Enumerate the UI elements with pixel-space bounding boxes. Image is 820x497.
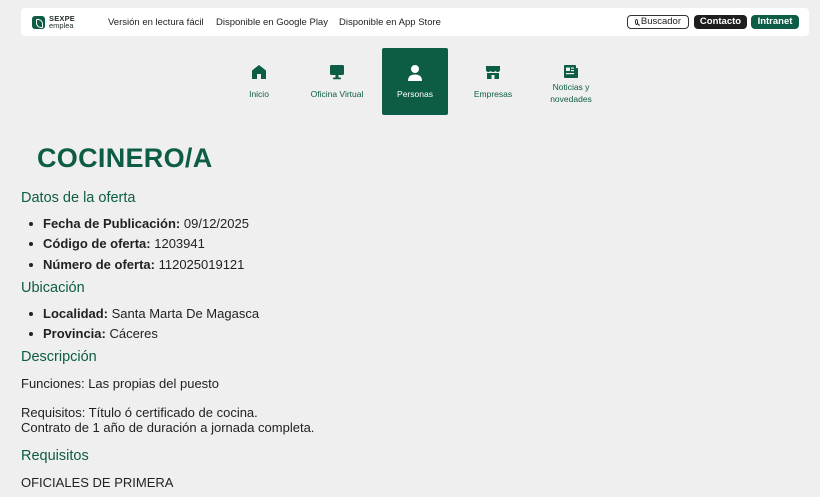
nav-item-noticias[interactable]: Noticias y novedades bbox=[538, 48, 604, 115]
codigo-value: 1203941 bbox=[154, 236, 205, 251]
contact-button-label: Contacto bbox=[699, 16, 742, 27]
nav-label-inicio: Inicio bbox=[249, 89, 269, 99]
easy-read-link[interactable]: Versión en lectura fácil bbox=[108, 17, 204, 28]
numero-value: 112025019121 bbox=[158, 257, 245, 272]
nav-item-empresas[interactable]: Empresas bbox=[460, 48, 526, 115]
provincia-value: Cáceres bbox=[109, 326, 158, 341]
localidad-label: Localidad: bbox=[43, 306, 109, 321]
ubicacion-heading: Ubicación bbox=[21, 280, 85, 296]
sexpe-logo[interactable]: SEXPE emplea bbox=[32, 15, 75, 29]
app-store-link[interactable]: Disponible en App Store bbox=[339, 17, 441, 28]
intranet-button-label: Intranet bbox=[757, 16, 793, 27]
nav-item-personas[interactable]: Personas bbox=[382, 48, 448, 115]
funciones-text: Funciones: Las propias del puesto bbox=[21, 376, 220, 391]
intranet-button[interactable]: Intranet bbox=[751, 15, 799, 29]
requisitos-text-line1: Requisitos: Título ó certificado de coci… bbox=[21, 405, 258, 420]
logo-text: SEXPE emplea bbox=[49, 15, 75, 30]
nav-label-personas: Personas bbox=[397, 89, 433, 99]
search-button-label: Buscador bbox=[640, 16, 681, 27]
nav-label-empresas: Empresas bbox=[473, 89, 513, 99]
nav-label-noticias-line1: Noticias y bbox=[552, 82, 590, 92]
contact-button[interactable]: Contacto bbox=[694, 15, 747, 29]
home-icon bbox=[252, 65, 266, 79]
store-icon bbox=[486, 66, 500, 79]
codigo-label: Código de oferta: bbox=[43, 236, 151, 251]
nav-label-noticias: Noticias y novedades bbox=[538, 81, 604, 105]
descripcion-heading: Descripción bbox=[21, 349, 97, 365]
search-button[interactable]: Buscador bbox=[627, 15, 689, 29]
requisitos-value: OFICIALES DE PRIMERA bbox=[21, 475, 174, 490]
page-title: COCINERO/A bbox=[37, 143, 213, 173]
logo-line2: emplea bbox=[49, 21, 74, 30]
localidad-item: Localidad: Santa Marta De Magasca bbox=[28, 306, 260, 322]
top-bar: SEXPE emplea Versión en lectura fácil Di… bbox=[21, 8, 809, 36]
numero-label: Número de oferta: bbox=[43, 257, 155, 272]
newspaper-icon bbox=[564, 65, 578, 78]
codigo-item: Código de oferta: 1203941 bbox=[29, 236, 205, 252]
provincia-item: Provincia: Cáceres bbox=[29, 326, 158, 342]
fecha-item: Fecha de Publicación: 09/12/2025 bbox=[29, 216, 249, 232]
requisitos-heading: Requisitos bbox=[21, 448, 89, 464]
datos-heading: Datos de la oferta bbox=[21, 190, 136, 206]
logo-mark-icon bbox=[32, 15, 45, 29]
fecha-label: Fecha de Publicación: bbox=[43, 216, 181, 231]
requisitos-text-line2: Contrato de 1 año de duración a jornada … bbox=[21, 420, 315, 435]
nav-label-noticias-line2: novedades bbox=[550, 94, 592, 104]
fecha-value: 09/12/2025 bbox=[183, 216, 249, 231]
nav-item-oficina-virtual[interactable]: Oficina Virtual bbox=[304, 48, 370, 115]
nav-label-oficina-virtual: Oficina Virtual bbox=[310, 89, 364, 99]
provincia-label: Provincia: bbox=[43, 326, 106, 341]
google-play-link[interactable]: Disponible en Google Play bbox=[216, 17, 328, 28]
localidad-value: Santa Marta De Magasca bbox=[111, 306, 260, 321]
person-icon bbox=[408, 65, 422, 81]
numero-item: Número de oferta: 112025019121 bbox=[28, 257, 245, 273]
nav-item-inicio[interactable]: Inicio bbox=[226, 48, 292, 115]
monitor-icon bbox=[330, 65, 344, 80]
search-icon bbox=[635, 19, 638, 25]
